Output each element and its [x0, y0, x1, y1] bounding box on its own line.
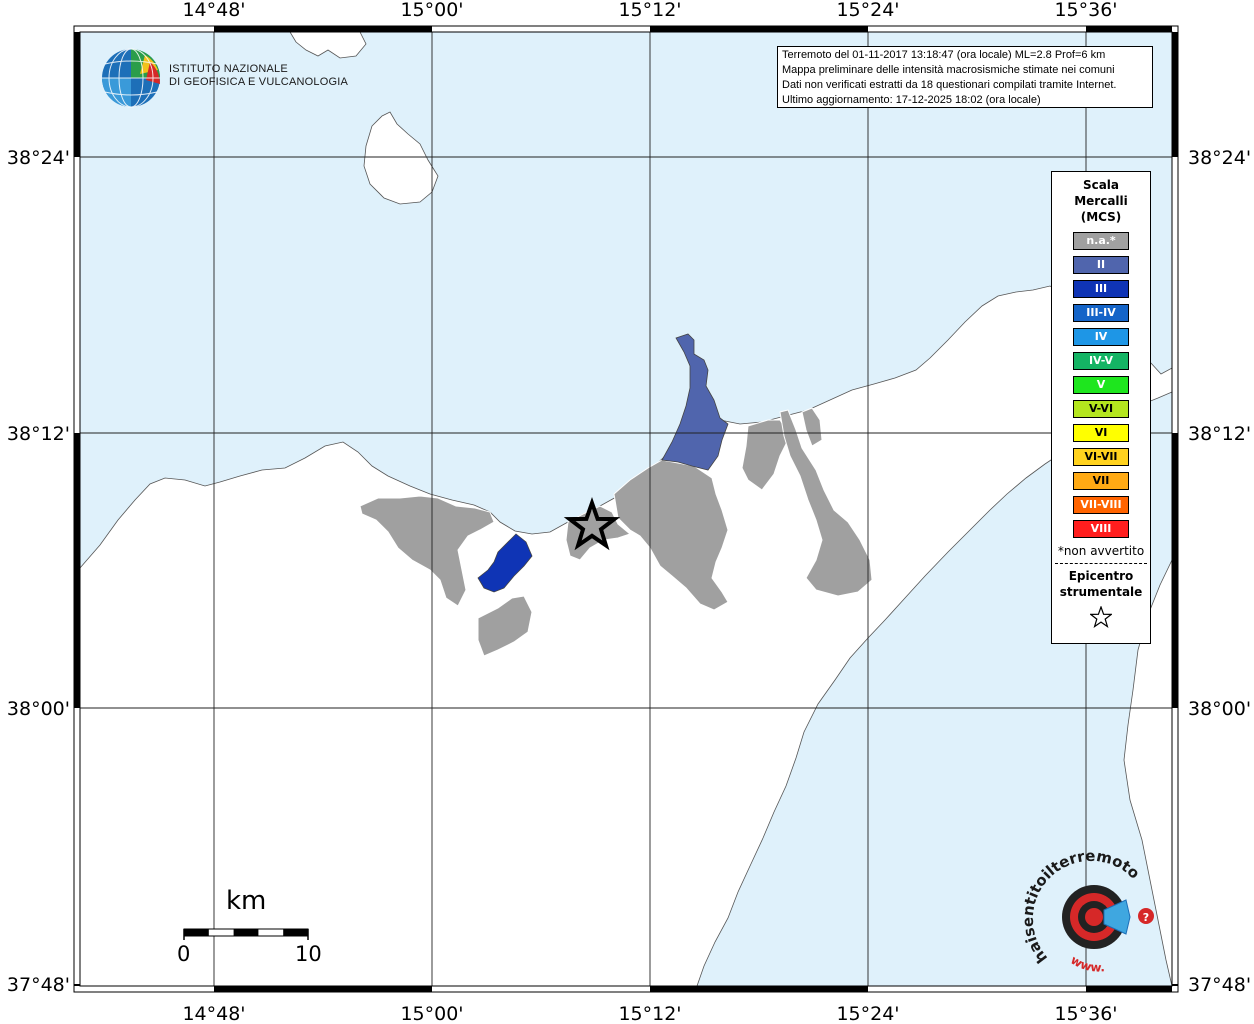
legend-swatch: IV: [1073, 328, 1129, 346]
legend-swatch: VII-VIII: [1073, 496, 1129, 514]
lon-label-bottom: 15°00': [400, 1003, 463, 1024]
legend-swatch: II: [1073, 256, 1129, 274]
legend-swatch: V-VI: [1073, 400, 1129, 418]
lat-label-left: 38°00': [7, 698, 70, 720]
lon-label-top: 15°36': [1054, 0, 1117, 21]
scale-min: 0: [177, 942, 191, 966]
ingv-logo-text: ISTITUTO NAZIONALE DI GEOFISICA E VULCAN…: [169, 63, 348, 89]
scale-max: 10: [295, 942, 322, 966]
ingv-line-2: DI GEOFISICA E VULCANOLOGIA: [169, 76, 348, 88]
lon-label-top: 15°24': [836, 0, 899, 21]
ingv-globe-icon: [102, 48, 161, 108]
legend-swatch: VI-VII: [1073, 448, 1129, 466]
lon-label-top: 14°48': [182, 0, 245, 21]
legend-epicenter-line: Epicentro: [1068, 569, 1134, 583]
legend-separator: [1055, 563, 1147, 564]
lon-label-bottom: 15°24': [836, 1003, 899, 1024]
lat-label-left: 38°12': [7, 423, 70, 445]
lon-label-top: 15°00': [400, 0, 463, 21]
legend-swatch: III-IV: [1073, 304, 1129, 322]
legend-epicenter-line: strumentale: [1059, 585, 1143, 599]
legend-swatch: IV-V: [1073, 352, 1129, 370]
legend-title-line: Scala: [1082, 178, 1120, 192]
svg-text:?: ?: [1143, 911, 1149, 924]
event-info-line: Terremoto del 01-11-2017 13:18:47 (ora l…: [782, 49, 1106, 61]
mcs-legend: Scala Mercalli (MCS) n.a.* II III III-IV IV I…: [1051, 171, 1151, 644]
ingv-line-1: ISTITUTO NAZIONALE: [169, 63, 288, 75]
lat-label-right: 38°24': [1188, 147, 1251, 169]
event-info-line: Mappa preliminare delle intensità macros…: [782, 64, 1115, 76]
lat-label-left: 38°24': [7, 147, 70, 169]
legend-swatch: VIII: [1073, 520, 1129, 538]
legend-swatch: n.a.*: [1073, 232, 1129, 250]
lon-label-bottom: 15°36': [1054, 1003, 1117, 1024]
legend-star-icon: [1052, 605, 1150, 632]
legend-swatches: n.a.* II III III-IV IV IV-V V V-VI VI VI-VII VII VI…: [1052, 232, 1150, 538]
event-info-line: Dati non verificati estratti da 18 quest…: [782, 79, 1117, 91]
legend-epicenter-label: Epicentro strumentale: [1052, 568, 1150, 600]
legend-swatch: V: [1073, 376, 1129, 394]
legend-title-line: Mercalli: [1074, 194, 1128, 208]
scale-unit: km: [226, 886, 267, 916]
legend-swatch: III: [1073, 280, 1129, 298]
legend-note: *non avvertito: [1057, 544, 1145, 558]
legend-title: Scala Mercalli (MCS): [1052, 177, 1150, 225]
lat-label-right: 37°48': [1188, 974, 1251, 996]
event-info-box: Terremoto del 01-11-2017 13:18:47 (ora l…: [777, 46, 1153, 108]
legend-swatch: VII: [1073, 472, 1129, 490]
legend-title-line: (MCS): [1080, 210, 1122, 224]
lon-label-bottom: 15°12': [618, 1003, 681, 1024]
lat-label-left: 37°48': [7, 974, 70, 996]
lon-label-bottom: 14°48': [182, 1003, 245, 1024]
lat-label-right: 38°00': [1188, 698, 1251, 720]
event-info-line: Ultimo aggiornamento: 17-12-2025 18:02 (…: [782, 94, 1041, 106]
lon-label-top: 15°12': [618, 0, 681, 21]
legend-swatch: VI: [1073, 424, 1129, 442]
lat-label-right: 38°12': [1188, 423, 1251, 445]
